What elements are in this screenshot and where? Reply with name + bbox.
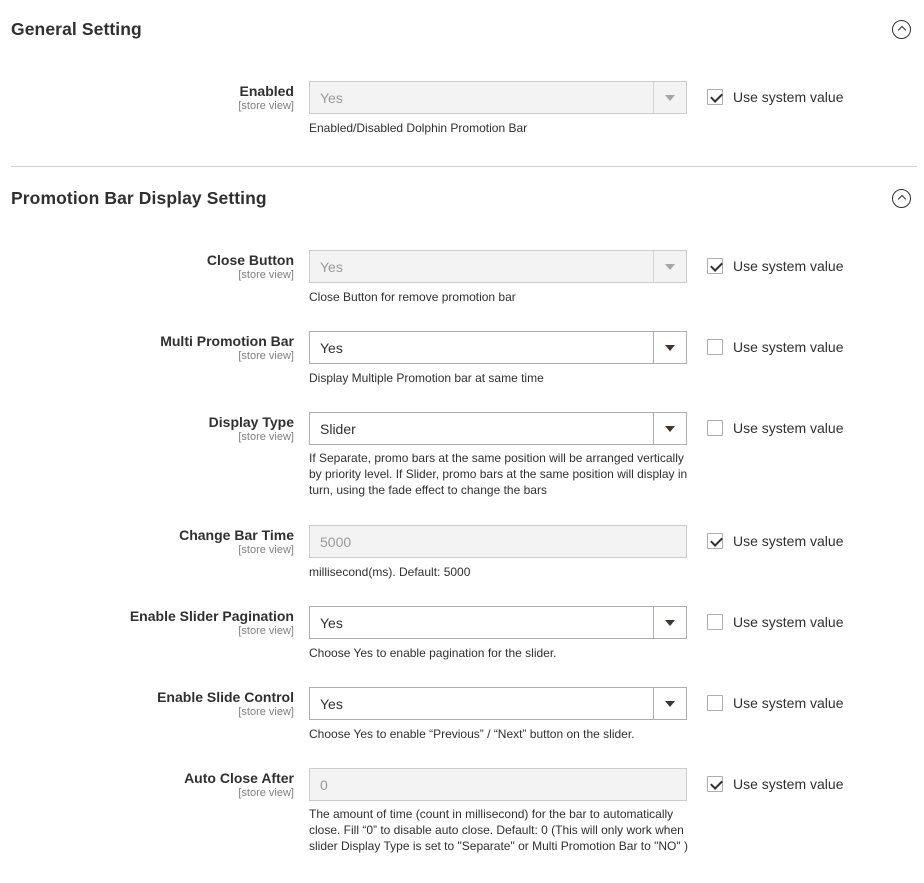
use-system-value-multi-promotion-bar[interactable]: Use system value: [707, 339, 843, 355]
select-arrow: [653, 251, 686, 282]
use-system-value-close-button[interactable]: Use system value: [707, 258, 843, 274]
section-header-general-setting[interactable]: General Setting: [11, 9, 917, 49]
select-arrow: [653, 82, 686, 113]
checkbox-icon[interactable]: [707, 614, 723, 630]
field-note: Close Button for remove promotion bar: [309, 290, 516, 304]
scope-label: [store view]: [238, 350, 294, 362]
field-note: millisecond(ms). Default: 5000: [309, 565, 471, 579]
use-system-value-label: Use system value: [733, 89, 844, 105]
section-title: General Setting: [11, 18, 142, 39]
field-label: Close Button: [206, 252, 294, 268]
use-system-value-change-bar-time[interactable]: Use system value: [707, 533, 843, 549]
section-divider: [11, 166, 917, 167]
scope-label: [store view]: [238, 269, 294, 281]
field-label-group: Change Bar Time [store view]: [0, 527, 294, 557]
use-system-value-label: Use system value: [733, 420, 844, 436]
field-label: Enabled: [239, 83, 294, 99]
slide-control-select[interactable]: Yes: [309, 687, 687, 720]
use-system-value-label: Use system value: [733, 695, 844, 711]
scope-label: [store view]: [238, 431, 294, 443]
field-label-group: Enable Slider Pagination [store view]: [0, 608, 294, 638]
checkbox-icon[interactable]: [707, 420, 723, 436]
field-label: Enable Slider Pagination: [129, 608, 294, 624]
field-label: Auto Close After: [184, 770, 294, 786]
slider-pagination-select[interactable]: Yes: [309, 606, 687, 639]
select-value: Yes: [320, 89, 343, 106]
select-value: Yes: [320, 695, 343, 712]
checkbox-icon[interactable]: [707, 695, 723, 711]
field-note: Enabled/Disabled Dolphin Promotion Bar: [309, 121, 528, 135]
scope-label: [store view]: [238, 100, 294, 112]
field-label-group: Close Button [store view]: [0, 252, 294, 282]
use-system-value-label: Use system value: [733, 339, 844, 355]
use-system-value-label: Use system value: [733, 776, 844, 792]
field-label-group: Display Type [store view]: [0, 414, 294, 444]
triangle-down-icon: [665, 94, 675, 101]
field-label-group: Enabled [store view]: [0, 83, 294, 113]
scope-label: [store view]: [238, 544, 294, 556]
select-arrow[interactable]: [653, 607, 686, 638]
field-note: Choose Yes to enable “Previous” / “Next”…: [309, 727, 635, 741]
triangle-down-icon: [665, 619, 675, 626]
field-label-group: Multi Promotion Bar [store view]: [0, 333, 294, 363]
triangle-down-icon: [665, 344, 675, 351]
use-system-value-label: Use system value: [733, 614, 844, 630]
use-system-value-slide-control[interactable]: Use system value: [707, 695, 843, 711]
scope-label: [store view]: [238, 625, 294, 637]
checkmark-icon[interactable]: [707, 89, 723, 105]
change-bar-time-input[interactable]: 5000: [309, 525, 687, 558]
input-value: 0: [320, 776, 328, 793]
field-label-group: Enable Slide Control [store view]: [0, 689, 294, 719]
scope-label: [store view]: [238, 787, 294, 799]
display-type-select[interactable]: Slider: [309, 412, 687, 445]
use-system-value-auto-close-after[interactable]: Use system value: [707, 776, 843, 792]
use-system-value-slider-pagination[interactable]: Use system value: [707, 614, 843, 630]
field-note: The amount of time (count in millisecond…: [309, 807, 688, 853]
checkbox-icon[interactable]: [707, 339, 723, 355]
select-arrow[interactable]: [653, 688, 686, 719]
triangle-down-icon: [665, 700, 675, 707]
checkmark-icon[interactable]: [707, 533, 723, 549]
field-label: Change Bar Time: [179, 527, 294, 543]
select-value: Slider: [320, 420, 356, 437]
chevron-up-circle-icon[interactable]: [892, 19, 911, 39]
use-system-value-enabled[interactable]: Use system value: [707, 89, 843, 105]
triangle-down-icon: [665, 263, 675, 270]
field-note: If Separate, promo bars at the same posi…: [309, 451, 688, 497]
close-button-select[interactable]: Yes: [309, 250, 687, 283]
select-value: Yes: [320, 339, 343, 356]
section-title: Promotion Bar Display Setting: [11, 187, 267, 208]
checkmark-icon[interactable]: [707, 258, 723, 274]
select-arrow[interactable]: [653, 413, 686, 444]
select-value: Yes: [320, 614, 343, 631]
chevron-up-circle-icon[interactable]: [892, 188, 911, 208]
field-note: Display Multiple Promotion bar at same t…: [309, 371, 544, 385]
auto-close-after-input[interactable]: 0: [309, 768, 687, 801]
checkmark-icon[interactable]: [707, 776, 723, 792]
field-label: Multi Promotion Bar: [160, 333, 294, 349]
field-label: Display Type: [208, 414, 294, 430]
use-system-value-label: Use system value: [733, 258, 844, 274]
field-note: Choose Yes to enable pagination for the …: [309, 646, 557, 660]
select-value: Yes: [320, 258, 343, 275]
multi-promotion-bar-select[interactable]: Yes: [309, 331, 687, 364]
field-label-group: Auto Close After [store view]: [0, 770, 294, 800]
select-arrow[interactable]: [653, 332, 686, 363]
enabled-select[interactable]: Yes: [309, 81, 687, 114]
triangle-down-icon: [665, 425, 675, 432]
section-header-promotion-bar-display-setting[interactable]: Promotion Bar Display Setting: [11, 178, 917, 218]
input-value: 5000: [320, 533, 352, 550]
scope-label: [store view]: [238, 706, 294, 718]
use-system-value-display-type[interactable]: Use system value: [707, 420, 843, 436]
field-label: Enable Slide Control: [157, 689, 294, 705]
use-system-value-label: Use system value: [733, 533, 844, 549]
